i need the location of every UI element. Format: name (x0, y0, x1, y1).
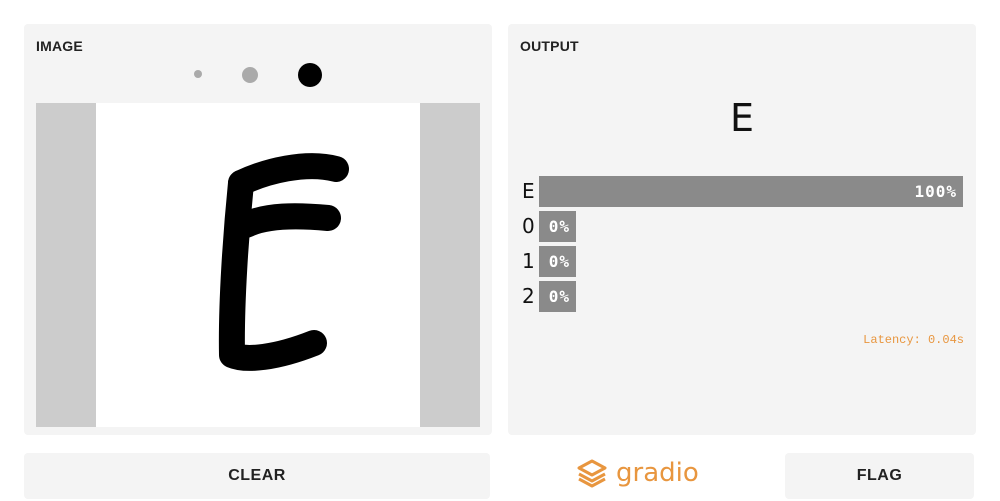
sketchpad-frame (36, 103, 480, 427)
drawn-strokes (218, 153, 349, 371)
predicted-label: E (729, 96, 754, 140)
flag-button[interactable]: FLAG (785, 453, 974, 499)
latency-text: Latency: 0.04s (863, 333, 964, 347)
output-panel-title: OUTPUT (520, 38, 579, 54)
confidence-label: 0 (522, 214, 535, 238)
confidence-value: 100% (914, 182, 957, 201)
brush-size-medium[interactable] (242, 67, 258, 83)
gradio-logo[interactable]: gradio (576, 456, 699, 490)
confidence-row: 1 0% (508, 246, 976, 277)
confidence-row: 0 0% (508, 211, 976, 242)
gradio-logo-text: gradio (616, 458, 699, 488)
confidence-row: 2 0% (508, 281, 976, 312)
input-panel-title: IMAGE (36, 38, 83, 54)
confidence-label: E (522, 179, 535, 203)
input-panel: IMAGE (24, 24, 492, 435)
sketchpad-canvas[interactable] (96, 103, 420, 427)
confidence-label: 2 (522, 284, 535, 308)
confidence-bar: 100% (539, 176, 963, 207)
confidence-bar: 0% (539, 281, 576, 312)
brush-size-small[interactable] (194, 70, 202, 78)
confidence-bar: 0% (539, 246, 576, 277)
confidence-label: 1 (522, 249, 535, 273)
confidence-list: E 100% 0 0% 1 0% 2 0% (508, 176, 976, 316)
confidence-bar: 0% (539, 211, 576, 242)
confidence-value: 0% (548, 287, 570, 306)
gradio-logo-icon (577, 459, 607, 488)
confidence-value: 0% (548, 217, 570, 236)
confidence-value: 0% (548, 252, 570, 271)
clear-button[interactable]: CLEAR (24, 453, 490, 499)
brush-size-large[interactable] (298, 63, 322, 87)
output-panel: OUTPUT E E 100% 0 0% 1 0% 2 0% Latency: … (508, 24, 976, 435)
confidence-row: E 100% (508, 176, 976, 207)
